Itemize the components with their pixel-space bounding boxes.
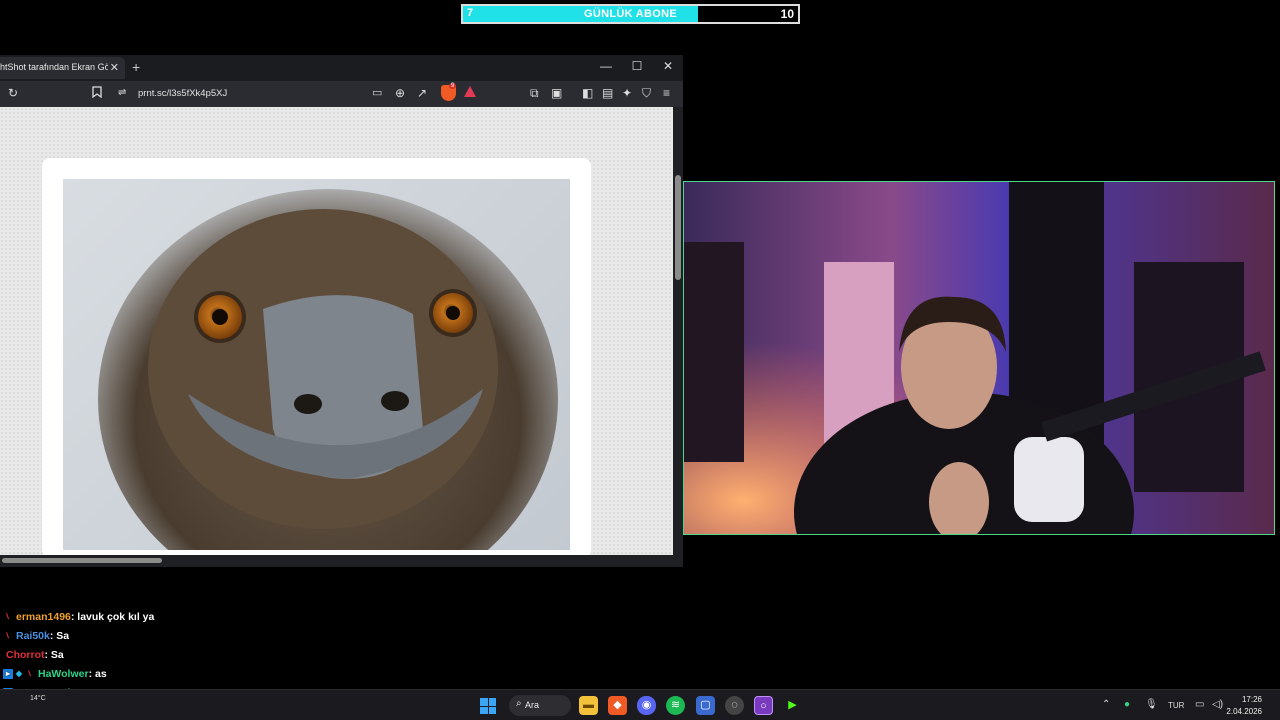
browser-window: htShot tarafından Ekran Görü ✕ + — ☐ ✕ ↻…	[0, 55, 683, 567]
volume-icon[interactable]: ◁)	[1212, 699, 1223, 710]
extensions-icon[interactable]: ⧉	[530, 86, 539, 101]
minimize-icon[interactable]: —	[596, 59, 616, 73]
close-window-icon[interactable]: ✕	[658, 59, 678, 73]
chat-username[interactable]: Rai50k	[16, 630, 50, 642]
weather-widget[interactable]: 14°C	[30, 695, 46, 702]
chat-username[interactable]: Chorrot	[6, 649, 45, 661]
chat-text: : as	[88, 667, 107, 680]
maximize-icon[interactable]: ☐	[627, 59, 647, 73]
sword-badge-icon: /	[26, 668, 33, 678]
chat-badges: /	[3, 612, 13, 622]
discord-icon[interactable]: ◉	[637, 696, 656, 715]
menu-icon[interactable]: ≡	[663, 86, 670, 100]
chat-text: : lavuk çok kıl ya	[70, 610, 155, 623]
browser-titlebar: htShot tarafından Ekran Görü ✕ + — ☐ ✕	[0, 55, 683, 81]
goal-title: GÜNLÜK ABONE	[583, 8, 678, 20]
webcam-feed	[683, 181, 1275, 535]
system-clock[interactable]: 17:26 2.04.2026	[1226, 694, 1262, 718]
obs-icon[interactable]: ○	[754, 696, 773, 715]
start-icon[interactable]	[480, 698, 496, 714]
clock-time: 17:26	[1241, 695, 1262, 704]
windows-taskbar: 14°C ⌕ Ara ▬ ◆ ◉ ≋ ▢ ◌ ○ ▶ ⌃ ● 🎙 TUR ▭ ◁…	[0, 689, 1280, 720]
kick-icon[interactable]: ▶	[783, 696, 802, 715]
chat-message: ▸◆/HaWolwer : as	[3, 664, 343, 683]
leo-ai-icon[interactable]: ✦	[622, 86, 632, 100]
chevron-up-icon[interactable]: ⌃	[1102, 699, 1110, 710]
brave-rewards-icon[interactable]	[464, 86, 476, 97]
zoom-icon[interactable]: ⊕	[395, 86, 405, 100]
chat-text: : Sa	[49, 629, 70, 642]
app-blue-icon[interactable]: ▢	[696, 696, 715, 715]
gift-badge-icon: ◆	[15, 668, 23, 678]
new-tab-icon[interactable]: +	[132, 59, 140, 75]
language-indicator[interactable]: TUR	[1168, 701, 1184, 710]
address-bar[interactable]: prnt.sc/l3s5fXk4p5XJ	[138, 88, 227, 99]
sword-badge-icon: /	[4, 611, 11, 621]
sword-badge-icon: /	[4, 630, 11, 640]
chat-badges: ▸◆/	[3, 668, 35, 679]
chat-username[interactable]: HaWolwer	[38, 668, 89, 680]
clock-date: 2.04.2026	[1226, 707, 1262, 716]
reload-icon[interactable]: ↻	[8, 86, 18, 100]
search-label: Ara	[525, 700, 540, 710]
screenshot-icon[interactable]: ▣	[551, 86, 562, 100]
emu-photo	[63, 179, 570, 550]
chat-message: / erman1496 : lavuk çok kıl ya	[3, 607, 343, 626]
chat-username[interactable]: erman1496	[16, 611, 71, 623]
app-red-icon[interactable]: ◌	[725, 696, 744, 715]
browser-toolbar: ↻ ⇌ prnt.sc/l3s5fXk4p5XJ ▭ ⊕ ↗ 9 ⧉ ▣ ◧ ▤…	[0, 81, 683, 107]
subscriber-goal-bar: 7 GÜNLÜK ABONE 10	[461, 4, 800, 24]
microphone-icon[interactable]: 🎙	[1145, 699, 1158, 710]
bookmark-icon[interactable]	[92, 86, 102, 101]
browser-tab[interactable]: htShot tarafından Ekran Görü ✕	[0, 57, 125, 79]
sidebar-icon[interactable]: ◧	[582, 86, 593, 100]
tab-title: htShot tarafından Ekran Görü	[0, 62, 108, 72]
page-viewport	[0, 107, 673, 558]
chat-badges: /	[3, 631, 13, 641]
wallet-icon[interactable]: ▤	[602, 86, 613, 100]
search-icon: ⌕	[516, 698, 522, 709]
goal-target-count: 10	[780, 7, 794, 21]
status-dot-icon[interactable]: ●	[1124, 699, 1130, 710]
horizontal-scrollbar[interactable]	[0, 555, 683, 567]
image-card	[42, 158, 591, 558]
spotify-icon[interactable]: ≋	[666, 696, 685, 715]
brave-icon[interactable]: ◆	[608, 696, 627, 715]
chat-message: / Rai50k : Sa	[3, 626, 343, 645]
cast-icon[interactable]: ▭	[372, 86, 382, 99]
subscriber-badge-icon: ▸	[3, 668, 13, 679]
network-icon[interactable]: ▭	[1195, 699, 1204, 710]
vpn-icon[interactable]: ⛉	[642, 86, 651, 101]
vertical-scrollbar[interactable]	[673, 107, 683, 555]
share-icon[interactable]: ↗	[417, 86, 427, 100]
site-info-icon[interactable]: ⇌	[118, 87, 126, 98]
file-explorer-icon[interactable]: ▬	[579, 696, 598, 715]
tab-close-icon[interactable]: ✕	[110, 61, 119, 74]
taskbar-search[interactable]: ⌕ Ara	[509, 695, 571, 716]
chat-message: Chorrot : Sa	[3, 645, 343, 664]
chat-text: : Sa	[44, 648, 64, 661]
